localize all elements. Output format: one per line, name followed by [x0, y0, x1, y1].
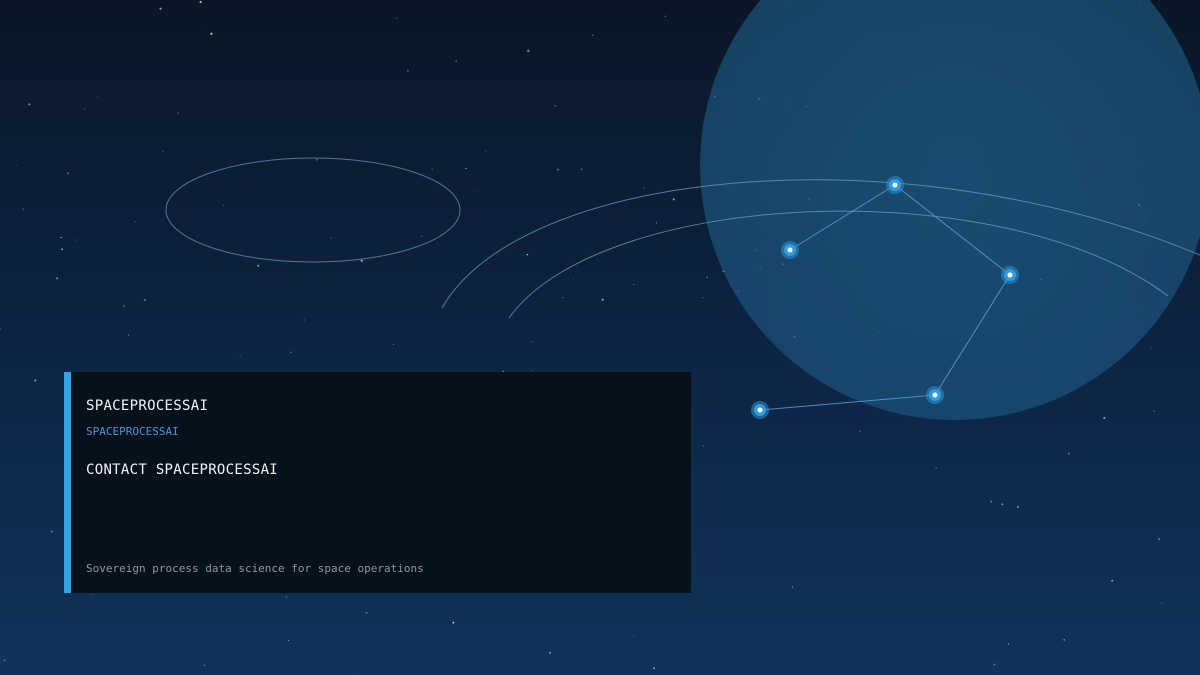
star [476, 191, 478, 193]
star [1001, 503, 1004, 506]
star [210, 32, 213, 35]
star [562, 296, 564, 299]
star [201, 24, 203, 26]
star [223, 204, 225, 206]
star [548, 651, 552, 654]
star [573, 279, 575, 281]
star [143, 298, 147, 302]
star [633, 284, 635, 286]
star [653, 667, 656, 670]
star [61, 248, 63, 250]
star [706, 276, 708, 278]
card-subtitle: SPACEPROCESSAI [86, 425, 179, 438]
star [122, 305, 125, 308]
star [76, 239, 78, 241]
star [203, 664, 206, 667]
card-title: SPACEPROCESSAI [86, 398, 209, 414]
star [485, 149, 487, 152]
star [859, 430, 861, 433]
star [60, 236, 62, 239]
star [633, 636, 635, 638]
star [664, 15, 667, 17]
constellation-node [781, 241, 799, 259]
star [990, 500, 993, 503]
star [452, 621, 455, 624]
star [1111, 579, 1114, 582]
star [288, 639, 290, 641]
star [50, 530, 53, 533]
star [702, 297, 704, 299]
star [601, 298, 604, 301]
planet [700, 0, 1200, 420]
star [15, 165, 17, 167]
card-accent-bar [64, 372, 71, 593]
star [127, 334, 130, 336]
star [360, 259, 363, 262]
star [554, 104, 557, 107]
star [3, 659, 6, 662]
star [1158, 537, 1161, 541]
star [592, 34, 594, 36]
star [34, 379, 37, 382]
orbit-ring-small [165, 157, 461, 263]
star [1153, 410, 1155, 412]
star [791, 586, 793, 588]
star [580, 168, 583, 170]
star [330, 237, 332, 239]
star [365, 611, 368, 614]
star [67, 172, 69, 175]
constellation-node [926, 386, 944, 404]
star [531, 341, 533, 343]
star [465, 167, 467, 170]
card-tagline: Sovereign process data science for space… [86, 562, 424, 575]
star [97, 96, 99, 98]
star [285, 596, 288, 598]
star [406, 69, 409, 72]
star [56, 277, 59, 280]
star [303, 319, 305, 321]
contact-link[interactable]: CONTACT SPACEPROCESSAI [86, 462, 278, 478]
star [526, 253, 529, 256]
constellation-node [1001, 266, 1019, 284]
star [257, 264, 260, 267]
star [1161, 602, 1163, 604]
star [159, 7, 162, 10]
star [556, 168, 559, 171]
star [392, 344, 394, 345]
constellation-node [886, 176, 904, 194]
star [455, 60, 458, 62]
star [315, 158, 318, 161]
star [1007, 643, 1010, 645]
star [134, 221, 136, 222]
star [162, 150, 164, 152]
star [527, 49, 530, 53]
star [1017, 506, 1019, 508]
star [92, 594, 94, 596]
star [1150, 346, 1152, 348]
star [702, 445, 705, 447]
star [935, 467, 937, 469]
info-card: SPACEPROCESSAI SPACEPROCESSAI CONTACT SP… [64, 372, 691, 593]
star [352, 673, 354, 675]
star [655, 222, 658, 224]
star [0, 328, 1, 330]
constellation-node [751, 401, 769, 419]
star [1063, 639, 1065, 641]
star [993, 663, 996, 666]
star [643, 187, 645, 189]
star [431, 168, 433, 170]
star [1068, 452, 1070, 455]
star [239, 355, 241, 357]
star [421, 235, 423, 237]
star [199, 0, 202, 4]
star [1103, 416, 1106, 420]
star [319, 645, 321, 647]
star [290, 351, 293, 354]
star [28, 103, 31, 106]
star [177, 112, 179, 114]
star [396, 18, 398, 20]
star [84, 108, 86, 110]
star [22, 208, 24, 210]
star [672, 198, 675, 201]
